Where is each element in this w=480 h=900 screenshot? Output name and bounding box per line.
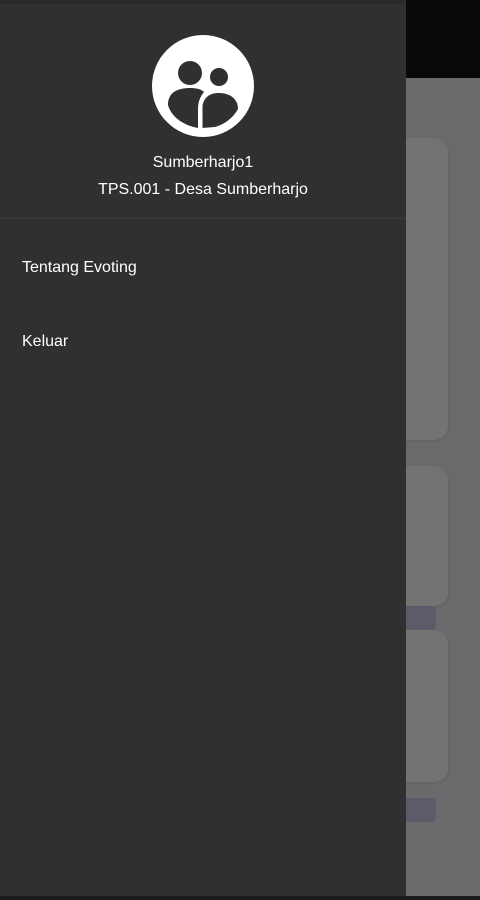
app-screen: a Sumberharjo1 TPS (0, 0, 480, 900)
drawer-header: Sumberharjo1 TPS.001 - Desa Sumberharjo (0, 0, 406, 219)
user-name: Sumberharjo1 (152, 154, 254, 171)
menu-item-label: Tentang Evoting (22, 259, 137, 276)
menu-item-logout[interactable]: Keluar (0, 314, 406, 370)
navigation-bar (0, 896, 480, 900)
family-avatar-icon (152, 35, 254, 137)
menu-item-about[interactable]: Tentang Evoting (0, 240, 406, 296)
user-location: TPS.001 - Desa Sumberharjo (98, 181, 308, 198)
navigation-drawer: Sumberharjo1 TPS.001 - Desa Sumberharjo … (0, 0, 406, 896)
menu-item-label: Keluar (22, 333, 69, 350)
